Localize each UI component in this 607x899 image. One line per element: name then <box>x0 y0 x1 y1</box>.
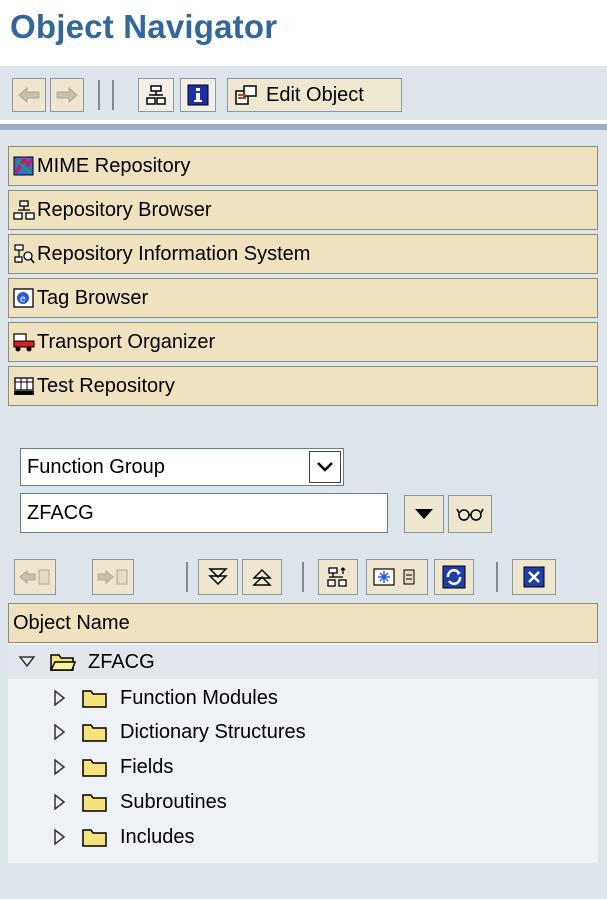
hierarchy-icon <box>327 567 347 587</box>
info-button[interactable] <box>180 78 216 112</box>
object-name-dropdown-button[interactable] <box>404 495 444 533</box>
close-tree-button[interactable] <box>512 559 556 595</box>
tree-node-subroutines[interactable]: Subroutines <box>50 785 227 819</box>
collapsed-triangle-icon[interactable] <box>50 723 68 741</box>
object-name-column-header[interactable]: Object Name <box>8 603 598 643</box>
tree-root-label: ZFACG <box>88 650 155 673</box>
repository-browser-icon <box>13 200 35 220</box>
triangle-down-icon <box>415 509 433 519</box>
favorites-button[interactable] <box>366 559 428 595</box>
info-icon <box>187 84 209 106</box>
folder-icon <box>82 794 107 812</box>
repository-info-system-button[interactable]: Repository Information System <box>8 234 598 274</box>
next-object-button[interactable] <box>92 559 134 595</box>
refresh-icon <box>442 565 466 589</box>
tree-node-label: Dictionary Structures <box>120 720 306 743</box>
tag-browser-label: Tag Browser <box>37 286 149 309</box>
object-name-header-label: Object Name <box>13 611 130 634</box>
expanded-triangle-icon[interactable] <box>18 653 36 671</box>
mime-repository-icon <box>13 156 34 176</box>
folder-icon <box>82 829 107 847</box>
collapsed-triangle-icon[interactable] <box>50 828 68 846</box>
tree-node-label: Subroutines <box>120 790 227 813</box>
edit-object-button[interactable]: Edit Object <box>227 78 402 112</box>
tree-node-label: Fields <box>120 755 174 778</box>
object-name-value: ZFACG <box>27 501 94 524</box>
collapsed-triangle-icon[interactable] <box>50 758 68 776</box>
tree-root-node[interactable]: ZFACG <box>18 645 155 679</box>
test-repository-label: Test Repository <box>37 374 175 397</box>
refresh-button[interactable] <box>434 559 474 595</box>
object-name-input[interactable]: ZFACG <box>20 493 388 533</box>
forward-arrow-icon <box>97 569 128 585</box>
object-type-select[interactable]: Function Group <box>20 448 344 486</box>
chevron-down-icon <box>317 462 333 472</box>
hierarchy-button[interactable] <box>138 78 174 112</box>
object-type-dropdown-button[interactable] <box>309 451 341 483</box>
mime-repository-button[interactable]: MIME Repository <box>8 146 598 186</box>
star-list-icon <box>373 568 415 586</box>
transport-organizer-label: Transport Organizer <box>37 330 216 353</box>
edit-object-icon <box>235 85 257 105</box>
tree-node-label: Function Modules <box>120 686 278 709</box>
forward-arrow-icon <box>56 86 78 104</box>
repository-info-system-label: Repository Information System <box>37 242 311 265</box>
repository-browser-label: Repository Browser <box>37 198 212 221</box>
hierarchy-sort-button[interactable] <box>318 559 358 595</box>
object-tree: ZFACG Function Modules Dictionary Struct… <box>8 643 598 863</box>
tree-node-function-modules[interactable]: Function Modules <box>50 681 278 715</box>
edit-object-label: Edit Object <box>266 83 364 106</box>
collapse-icon <box>252 568 272 586</box>
open-folder-icon <box>50 654 76 671</box>
svg-text:e: e <box>20 294 26 305</box>
transport-organizer-icon <box>13 333 35 352</box>
mime-repository-label: MIME Repository <box>37 154 191 177</box>
tree-node-includes[interactable]: Includes <box>50 820 195 854</box>
object-type-value: Function Group <box>27 455 165 478</box>
forward-button[interactable] <box>50 78 84 112</box>
collapsed-triangle-icon[interactable] <box>50 793 68 811</box>
folder-icon <box>82 759 107 777</box>
back-arrow-icon <box>19 569 50 585</box>
tag-browser-button[interactable]: e Tag Browser <box>8 278 598 318</box>
collapsed-triangle-icon[interactable] <box>50 689 68 707</box>
hierarchy-icon <box>146 85 166 105</box>
folder-icon <box>82 690 107 708</box>
folder-icon <box>82 724 107 742</box>
back-button[interactable] <box>12 78 46 112</box>
test-repository-icon <box>14 377 34 395</box>
toolbar-separator <box>302 562 304 592</box>
toolbar-separator <box>112 80 114 110</box>
toolbar-separator <box>186 562 188 592</box>
display-object-button[interactable] <box>448 495 492 533</box>
back-arrow-icon <box>18 86 40 104</box>
expand-icon <box>208 568 228 586</box>
test-repository-button[interactable]: Test Repository <box>8 366 598 406</box>
previous-object-button[interactable] <box>14 559 56 595</box>
toolbar-separator <box>496 562 498 592</box>
glasses-icon <box>456 508 484 521</box>
tag-browser-icon: e <box>13 288 34 308</box>
tree-node-label: Includes <box>120 825 195 848</box>
page-title: Object Navigator <box>10 8 278 45</box>
repository-info-system-icon <box>14 244 35 264</box>
tree-node-dictionary-structures[interactable]: Dictionary Structures <box>50 715 306 749</box>
repository-browser-button[interactable]: Repository Browser <box>8 190 598 230</box>
tree-node-fields[interactable]: Fields <box>50 750 173 784</box>
close-icon <box>523 566 545 588</box>
collapse-subtree-button[interactable] <box>242 559 282 595</box>
transport-organizer-button[interactable]: Transport Organizer <box>8 322 598 362</box>
expand-subtree-button[interactable] <box>198 559 238 595</box>
toolbar-separator <box>98 80 100 110</box>
